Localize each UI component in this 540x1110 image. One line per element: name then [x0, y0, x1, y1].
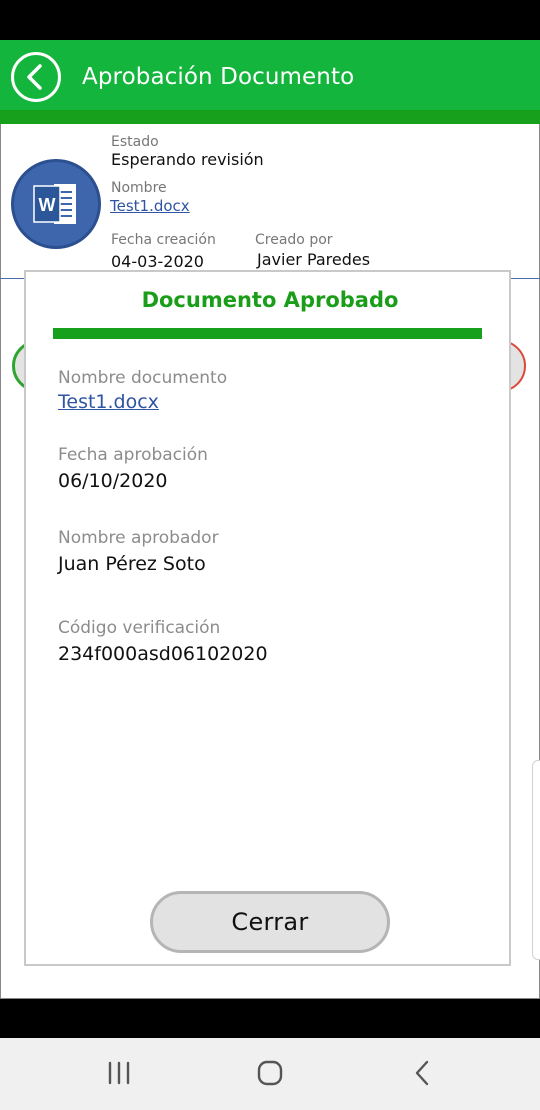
- recent-apps-icon: [108, 1061, 130, 1085]
- estado-label: Estado: [111, 134, 159, 150]
- dialog-title-bar: [53, 328, 482, 339]
- nombre-documento-label: Nombre documento: [58, 368, 228, 388]
- fecha-creacion-label: Fecha creación: [111, 232, 216, 248]
- bottom-spacer: [0, 999, 540, 1038]
- creado-por-value: Javier Paredes: [257, 250, 371, 269]
- creado-por-label: Creado por: [255, 232, 333, 248]
- chevron-left-icon: [27, 64, 42, 90]
- fecha-aprobacion-value: 06/10/2020: [58, 470, 168, 492]
- recent-apps-button[interactable]: [100, 1056, 140, 1090]
- nombre-label: Nombre: [111, 180, 167, 196]
- scrollbar[interactable]: [532, 760, 540, 960]
- dialog-title: Documento Aprobado: [141, 288, 399, 312]
- status-bar: [0, 0, 540, 40]
- document-link[interactable]: Test1.docx: [110, 197, 190, 215]
- header-accent-strip: [0, 110, 540, 124]
- back-button[interactable]: [11, 52, 61, 102]
- fecha-aprobacion-label: Fecha aprobación: [58, 445, 208, 465]
- codigo-verificacion-value: 234f000asd06102020: [58, 643, 268, 665]
- nombre-documento-link[interactable]: Test1.docx: [58, 391, 159, 413]
- home-button[interactable]: [250, 1056, 290, 1090]
- nav-back-icon: [415, 1060, 429, 1086]
- home-icon: [257, 1060, 283, 1086]
- svg-text:W: W: [39, 195, 56, 215]
- codigo-verificacion-label: Código verificación: [58, 618, 221, 638]
- close-button[interactable]: Cerrar: [150, 891, 390, 953]
- page-title: Aprobación Documento: [82, 64, 355, 90]
- fecha-creacion-value: 04-03-2020: [111, 252, 204, 271]
- nombre-aprobador-label: Nombre aprobador: [58, 528, 219, 548]
- nav-back-button[interactable]: [402, 1056, 442, 1090]
- estado-value: Esperando revisión: [111, 150, 264, 169]
- word-document-icon: W: [11, 159, 101, 249]
- nombre-aprobador-value: Juan Pérez Soto: [58, 553, 206, 575]
